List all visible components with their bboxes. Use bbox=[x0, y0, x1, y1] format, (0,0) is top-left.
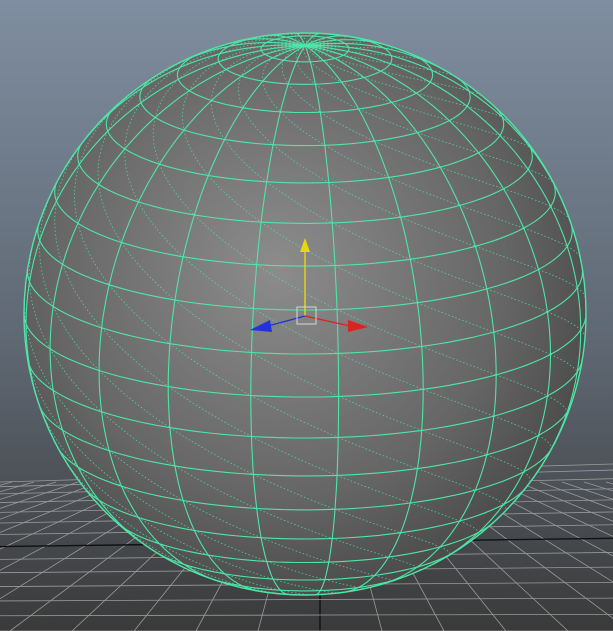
viewport-canvas[interactable] bbox=[0, 0, 613, 631]
perspective-viewport[interactable] bbox=[0, 0, 613, 631]
